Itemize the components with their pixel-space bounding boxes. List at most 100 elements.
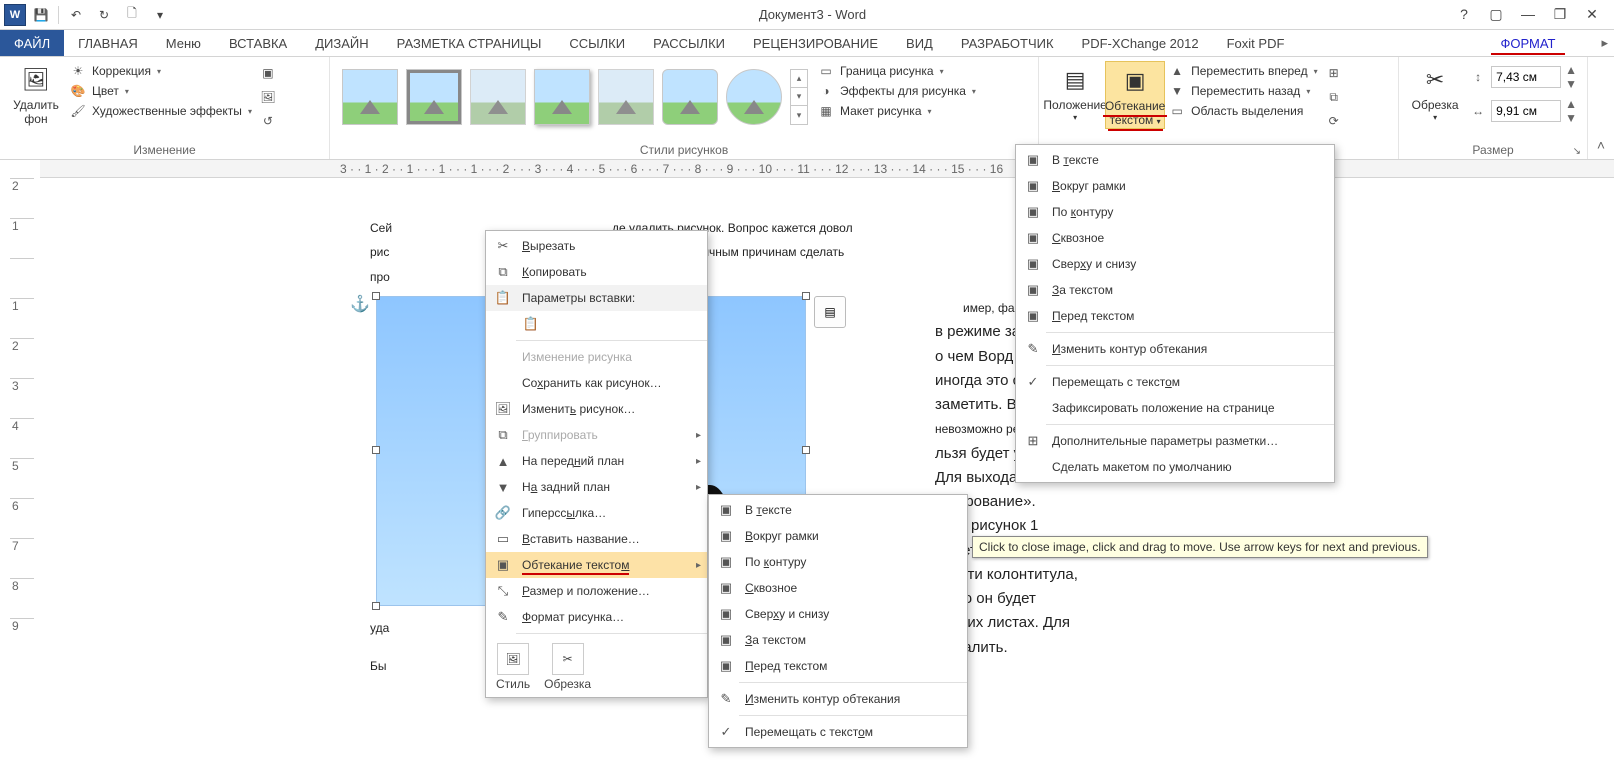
resize-handle[interactable] xyxy=(372,292,380,300)
compress-button[interactable]: ▣ xyxy=(258,63,278,83)
tab-insert[interactable]: ВСТАВКА xyxy=(215,30,301,56)
wrap-dd-topbottom[interactable]: ▣Сверху и снизу xyxy=(1016,251,1334,277)
dialog-launcher-icon[interactable]: ↘ xyxy=(1573,146,1581,157)
ctx-cut[interactable]: ✂Вырезать xyxy=(486,233,707,259)
wrap-dd-set-default[interactable]: Сделать макетом по умолчанию xyxy=(1016,454,1334,480)
style-thumb[interactable] xyxy=(470,69,526,125)
ribbon-options-button[interactable]: ▢ xyxy=(1484,6,1508,23)
bring-forward-button[interactable]: ▲Переместить вперед▾ xyxy=(1169,63,1318,79)
resize-handle[interactable] xyxy=(372,602,380,610)
collapse-ribbon-button[interactable]: ˄ xyxy=(1588,57,1614,159)
tab-view[interactable]: ВИД xyxy=(892,30,947,56)
position-button[interactable]: ▤ Положение ▾ xyxy=(1045,61,1105,122)
resize-handle[interactable] xyxy=(802,292,810,300)
selection-pane-button[interactable]: ▭Область выделения xyxy=(1169,103,1318,119)
picture-border-button[interactable]: ▭Граница рисунка▾ xyxy=(818,63,976,79)
reset-picture-button[interactable]: ↺ xyxy=(258,111,278,131)
resize-handle[interactable] xyxy=(802,446,810,454)
wrap-dd-through[interactable]: ▣Сквозное xyxy=(1016,225,1334,251)
wrap-dd-infront[interactable]: ▣Перед текстом xyxy=(1016,303,1334,329)
ctx-send-back[interactable]: ▼На задний план▸ xyxy=(486,474,707,500)
style-thumb[interactable] xyxy=(598,69,654,125)
resize-handle[interactable] xyxy=(372,446,380,454)
layout-options-button[interactable]: ▤ xyxy=(814,296,846,328)
spin-down[interactable]: ▼ xyxy=(1565,111,1577,125)
wrap-dd-fix-position[interactable]: Зафиксировать положение на странице xyxy=(1016,395,1334,421)
ctx-save-as-picture[interactable]: Сохранить как рисунок… xyxy=(486,370,707,396)
change-picture-button[interactable]: 🖼 xyxy=(258,87,278,107)
ctx-insert-caption[interactable]: ▭Вставить название… xyxy=(486,526,707,552)
tab-overflow[interactable]: ▸ xyxy=(1595,30,1614,56)
send-backward-button[interactable]: ▼Переместить назад▾ xyxy=(1169,83,1318,99)
style-thumb[interactable] xyxy=(534,69,590,125)
ctx-wrap-text[interactable]: ▣Обтекание текстом▸ xyxy=(486,552,707,578)
ctx-copy[interactable]: ⧉Копировать xyxy=(486,259,707,285)
close-button[interactable]: ✕ xyxy=(1580,6,1604,23)
spin-up[interactable]: ▲ xyxy=(1565,63,1577,77)
crop-button[interactable]: ✂ Обрезка ▾ xyxy=(1405,61,1465,122)
style-thumb[interactable] xyxy=(662,69,718,125)
ctx-hyperlink[interactable]: 🔗Гиперссылка… xyxy=(486,500,707,526)
wrap-dd-square[interactable]: ▣Вокруг рамки xyxy=(1016,173,1334,199)
help-button[interactable]: ? xyxy=(1452,6,1476,23)
qat-more[interactable]: ▾ xyxy=(147,2,173,28)
style-thumb[interactable] xyxy=(726,69,782,125)
spin-down[interactable]: ▼ xyxy=(1565,77,1577,91)
tab-menu[interactable]: Меню xyxy=(152,30,215,56)
tab-pdfxchange[interactable]: PDF-XChange 2012 xyxy=(1068,30,1213,56)
wrap-tight[interactable]: ▣По контуру xyxy=(709,549,967,575)
qat-save[interactable]: 💾 xyxy=(28,2,54,28)
tab-developer[interactable]: РАЗРАБОТЧИК xyxy=(947,30,1068,56)
width-input[interactable] xyxy=(1491,100,1561,122)
wrap-inline[interactable]: ▣В тексте xyxy=(709,497,967,523)
minimize-button[interactable]: — xyxy=(1516,6,1540,23)
color-button[interactable]: 🎨Цвет▾ xyxy=(70,83,252,99)
gallery-up[interactable]: ▴ xyxy=(791,70,807,88)
gallery-more[interactable]: ▾ xyxy=(791,106,807,124)
style-thumb[interactable] xyxy=(342,69,398,125)
rotate-button[interactable]: ⟳ xyxy=(1324,111,1344,131)
ctx-format-picture[interactable]: ✎Формат рисунка… xyxy=(486,604,707,630)
corrections-button[interactable]: ☀Коррекция▾ xyxy=(70,63,252,79)
horizontal-ruler[interactable]: 3 · · 1 · 2 · · 1 · · · 1 · · · 1 · · · … xyxy=(40,160,1614,178)
height-input[interactable] xyxy=(1491,66,1561,88)
wrap-topbottom[interactable]: ▣Сверху и снизу xyxy=(709,601,967,627)
qat-undo[interactable]: ↶ xyxy=(63,2,89,28)
qat-redo[interactable]: ↻ xyxy=(91,2,117,28)
group-button[interactable]: ⧉ xyxy=(1324,87,1344,107)
tab-references[interactable]: ССЫЛКИ xyxy=(555,30,639,56)
wrap-dd-tight[interactable]: ▣По контуру xyxy=(1016,199,1334,225)
wrap-through[interactable]: ▣Сквозное xyxy=(709,575,967,601)
picture-styles-gallery[interactable]: ▴ ▾ ▾ xyxy=(336,61,814,133)
wrap-square[interactable]: ▣Вокруг рамки xyxy=(709,523,967,549)
picture-effects-button[interactable]: ◑Эффекты для рисунка▾ xyxy=(818,83,976,99)
wrap-dd-edit-points[interactable]: ✎Изменить контур обтекания xyxy=(1016,336,1334,362)
tab-home[interactable]: ГЛАВНАЯ xyxy=(64,30,152,56)
tab-mailings[interactable]: РАССЫЛКИ xyxy=(639,30,739,56)
wrap-edit-points[interactable]: ✎Изменить контур обтекания xyxy=(709,686,967,712)
picture-layout-button[interactable]: ▦Макет рисунка▾ xyxy=(818,103,976,119)
mini-style[interactable]: 🖼Стиль xyxy=(496,643,530,691)
tab-layout[interactable]: РАЗМЕТКА СТРАНИЦЫ xyxy=(383,30,556,56)
wrap-front[interactable]: ▣Перед текстом xyxy=(709,653,967,679)
ctx-paste-option-1[interactable]: 📋 xyxy=(486,311,707,337)
maximize-button[interactable]: ❐ xyxy=(1548,6,1572,23)
remove-background-button[interactable]: 🖼 Удалить фон xyxy=(6,61,66,127)
wrap-dd-more-options[interactable]: ⊞Дополнительные параметры разметки… xyxy=(1016,428,1334,454)
tab-file[interactable]: ФАЙЛ xyxy=(0,30,64,56)
wrap-behind[interactable]: ▣За текстом xyxy=(709,627,967,653)
wrap-dd-behind[interactable]: ▣За текстом xyxy=(1016,277,1334,303)
wrap-move-with-text[interactable]: ✓Перемещать с текстом xyxy=(709,719,967,745)
ctx-bring-front[interactable]: ▲На передний план▸ xyxy=(486,448,707,474)
ctx-edit-picture[interactable]: 🖼Изменить рисунок… xyxy=(486,396,707,422)
tab-format-context[interactable]: ФОРМАТ xyxy=(1461,30,1596,56)
ctx-size-position[interactable]: ⤡Размер и положение… xyxy=(486,578,707,604)
spin-up[interactable]: ▲ xyxy=(1565,97,1577,111)
align-button[interactable]: ⊞ xyxy=(1324,63,1344,83)
wrap-text-button[interactable]: ▣ Обтекание текстом ▾ xyxy=(1105,61,1165,129)
mini-crop[interactable]: ✂Обрезка xyxy=(544,643,591,691)
tab-review[interactable]: РЕЦЕНЗИРОВАНИЕ xyxy=(739,30,892,56)
gallery-down[interactable]: ▾ xyxy=(791,88,807,106)
vertical-ruler[interactable]: 21123456789 xyxy=(10,178,34,772)
tab-foxit[interactable]: Foxit PDF xyxy=(1213,30,1299,56)
